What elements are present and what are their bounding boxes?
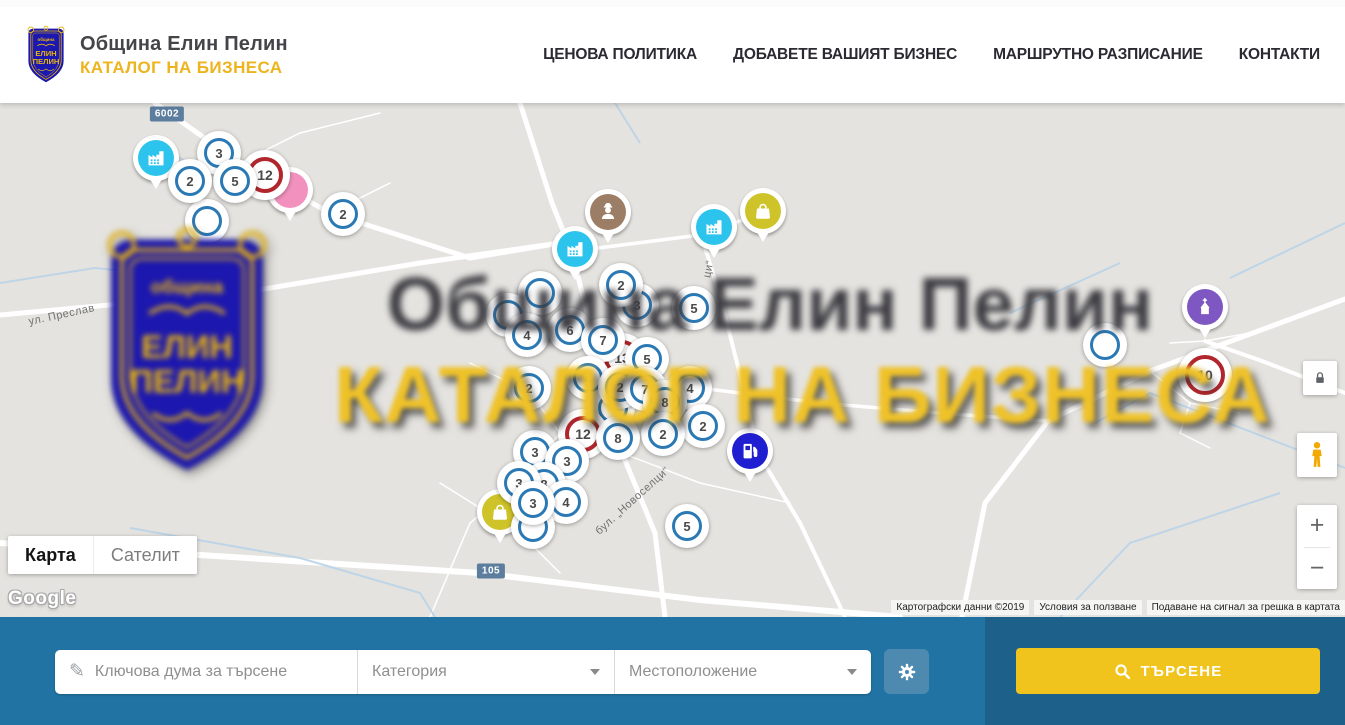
gear-icon — [896, 661, 918, 683]
keyword-field-wrap: ✎ — [55, 650, 357, 694]
nav-link[interactable]: ЦЕНОВА ПОЛИТИКА — [543, 46, 697, 64]
map-attribution: Картографски данни ©2019 Условия за ползв… — [886, 600, 1345, 615]
shopping-bag-icon — [489, 501, 511, 523]
map-factory-pin[interactable] — [691, 204, 737, 250]
nav-link[interactable]: КОНТАКТИ — [1239, 46, 1320, 64]
municipality-shield-icon: община ЕЛИН ПЕЛИН — [22, 25, 70, 85]
site-title: Община Елин Пелин — [80, 33, 288, 56]
svg-text:ПЕЛИН: ПЕЛИН — [129, 362, 244, 399]
watermark-title: Община Елин Пелин — [328, 261, 1212, 347]
advanced-settings-button[interactable] — [884, 649, 929, 694]
nav-link[interactable]: МАРШРУТНО РАЗПИСАНИЕ — [993, 46, 1203, 64]
location-select-value: Местоположение — [629, 663, 757, 681]
search-bar: ✎ Категория Местоположение — [0, 617, 1345, 725]
google-map[interactable]: 6002105 ул. Преславбул. „Новоселци“ци“ — [0, 103, 1345, 617]
fuel-pump-icon — [739, 440, 761, 462]
category-select[interactable]: Категория — [357, 650, 614, 694]
map-shopping-pin[interactable] — [740, 188, 786, 234]
street-view-pegman[interactable] — [1297, 433, 1337, 477]
attribution-link[interactable]: Подаване на сигнал за грешка в картата — [1147, 600, 1345, 615]
google-logo[interactable]: Google — [8, 588, 76, 610]
worker-icon — [597, 201, 619, 223]
map-cluster-marker[interactable]: 5 — [213, 159, 257, 203]
nav-link[interactable]: ДОБАВЕТЕ ВАШИЯТ БИЗНЕС — [733, 46, 957, 64]
svg-text:ЕЛИН: ЕЛИН — [141, 328, 233, 365]
site-logo[interactable]: община ЕЛИН ПЕЛИН Община Елин Пелин КАТА… — [22, 25, 288, 85]
search-button-label: ТЪРСЕНЕ — [1141, 663, 1223, 680]
road-number-badge: 105 — [477, 564, 505, 579]
watermark-shield-logo: община ЕЛИН ПЕЛИН — [84, 213, 290, 493]
keyword-input[interactable] — [95, 650, 347, 694]
zoom-in-button[interactable]: + — [1297, 505, 1337, 547]
map-type-satellite-button[interactable]: Сателит — [93, 536, 197, 574]
page: община ЕЛИН ПЕЛИН Община Елин Пелин КАТА… — [0, 0, 1345, 725]
factory-icon — [703, 216, 725, 238]
shopping-bag-icon — [752, 200, 774, 222]
watermark-subtitle: КАТАЛОГ НА БИЗНЕСА — [334, 349, 1206, 441]
map-worker-pin[interactable] — [585, 189, 631, 235]
search-icon — [1114, 663, 1131, 680]
svg-text:община: община — [151, 277, 224, 298]
svg-text:община: община — [38, 37, 55, 42]
map-type-control: Карта Сателит — [8, 536, 197, 574]
category-select-value: Категория — [372, 663, 447, 681]
map-cluster-marker[interactable]: 2 — [321, 192, 365, 236]
svg-text:ПЕЛИН: ПЕЛИН — [33, 57, 60, 66]
location-select[interactable]: Местоположение — [614, 650, 871, 694]
map-type-map-button[interactable]: Карта — [8, 536, 93, 574]
chevron-down-icon — [590, 669, 600, 675]
map-data-copyright: Картографски данни ©2019 — [891, 600, 1029, 615]
map-cluster-marker[interactable]: 3 — [511, 481, 555, 525]
lock-button[interactable] — [1303, 361, 1337, 395]
pegman-icon — [1304, 439, 1330, 471]
map-cluster-marker[interactable]: 2 — [168, 159, 212, 203]
zoom-out-button[interactable]: − — [1297, 548, 1337, 590]
main-nav: ЦЕНОВА ПОЛИТИКА ДОБАВЕТЕ ВАШИЯТ БИЗНЕС МАР… — [543, 46, 1320, 64]
attribution-link[interactable]: Условия за ползване — [1034, 600, 1141, 615]
map-cluster-marker[interactable]: 5 — [665, 504, 709, 548]
site-subtitle: КАТАЛОГ НА БИЗНЕСА — [80, 58, 288, 78]
zoom-control: + − — [1297, 505, 1337, 589]
pencil-icon: ✎ — [69, 660, 85, 683]
road-number-badge: 6002 — [150, 107, 184, 122]
chevron-down-icon — [847, 669, 857, 675]
site-header: община ЕЛИН ПЕЛИН Община Елин Пелин КАТА… — [0, 0, 1345, 103]
search-button[interactable]: ТЪРСЕНЕ — [1016, 648, 1320, 694]
lock-icon — [1311, 369, 1329, 387]
factory-icon — [564, 238, 586, 260]
factory-icon — [145, 147, 167, 169]
search-fields-group: ✎ Категория Местоположение — [55, 650, 871, 694]
